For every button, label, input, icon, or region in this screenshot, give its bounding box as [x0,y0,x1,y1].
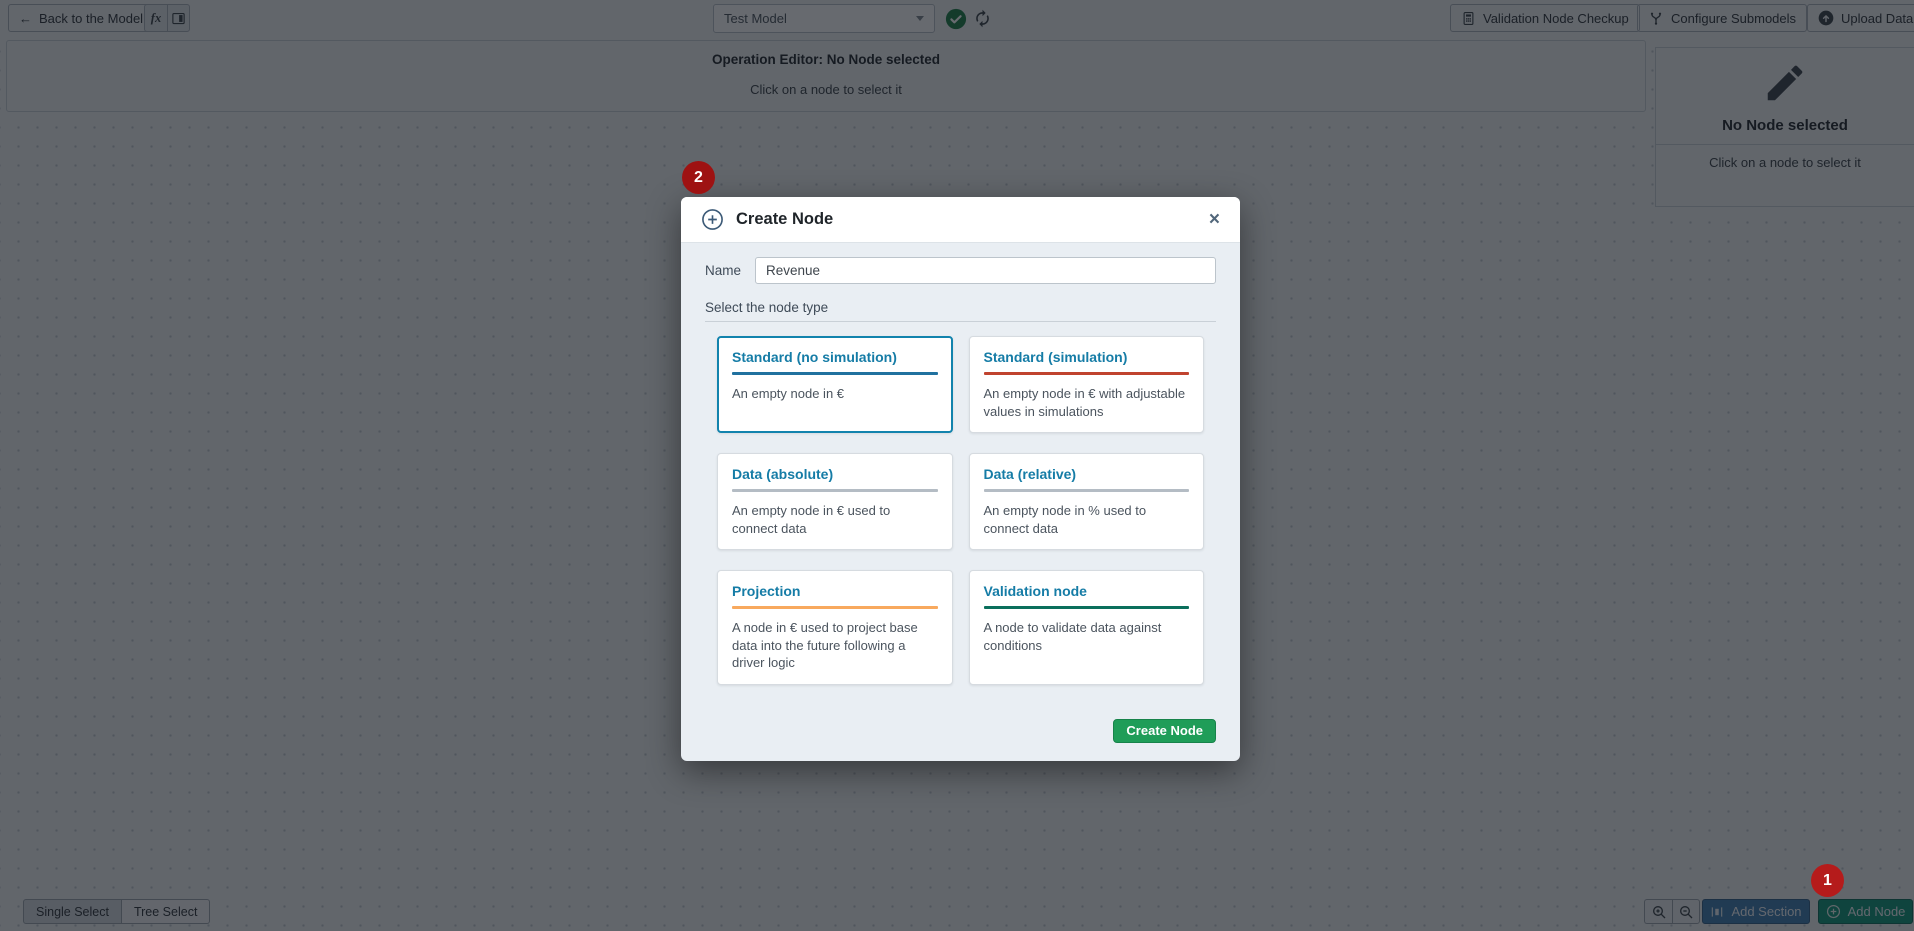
node-type-accent-bar [984,372,1190,375]
node-type-accent-bar [732,489,938,492]
plus-circle-icon [701,208,724,231]
node-type-title: Data (relative) [984,466,1190,482]
node-type-description: An empty node in € used to connect data [732,502,938,537]
node-name-input[interactable] [755,257,1216,284]
node-type-description: An empty node in € [732,385,938,403]
modal-title: Create Node [736,210,833,229]
node-type-description: An empty node in % used to connect data [984,502,1190,537]
node-type-accent-bar [984,606,1190,609]
node-type-card[interactable]: Standard (no simulation) An empty node in… [717,336,953,433]
app-root: ← Back to the Model List fx Test Model V… [0,0,1914,931]
node-type-card[interactable]: Validation node A node to validate data a… [969,570,1205,685]
node-type-card[interactable]: Data (absolute) An empty node in € used t… [717,453,953,550]
node-type-title: Projection [732,583,938,599]
step-2-annotation-badge: 2 [682,161,715,194]
node-type-title: Standard (simulation) [984,349,1190,365]
node-type-section-label: Select the node type [705,300,1216,315]
node-type-title: Data (absolute) [732,466,938,482]
node-type-accent-bar [732,606,938,609]
node-type-description: An empty node in € with adjustable value… [984,385,1190,420]
node-type-card[interactable]: Standard (simulation) An empty node in € … [969,336,1205,433]
create-node-submit-button[interactable]: Create Node [1113,719,1216,743]
create-node-modal-header: Create Node × [681,197,1240,243]
node-type-description: A node to validate data against conditio… [984,619,1190,654]
node-type-title: Standard (no simulation) [732,349,938,365]
node-type-title: Validation node [984,583,1190,599]
node-type-grid: Standard (no simulation) An empty node in… [717,336,1204,685]
node-type-card[interactable]: Data (relative) An empty node in % used t… [969,453,1205,550]
create-node-modal-body: Name Select the node type Standard (no s… [681,243,1240,761]
node-type-accent-bar [984,489,1190,492]
create-node-modal: Create Node × Name Select the node type … [681,197,1240,761]
section-divider [705,321,1216,322]
node-type-accent-bar [732,372,938,375]
step-1-annotation-badge: 1 [1811,864,1844,897]
node-type-card[interactable]: Projection A node in € used to project ba… [717,570,953,685]
node-type-description: A node in € used to project base data in… [732,619,938,672]
name-label: Name [705,263,741,278]
close-icon[interactable]: × [1209,210,1220,229]
